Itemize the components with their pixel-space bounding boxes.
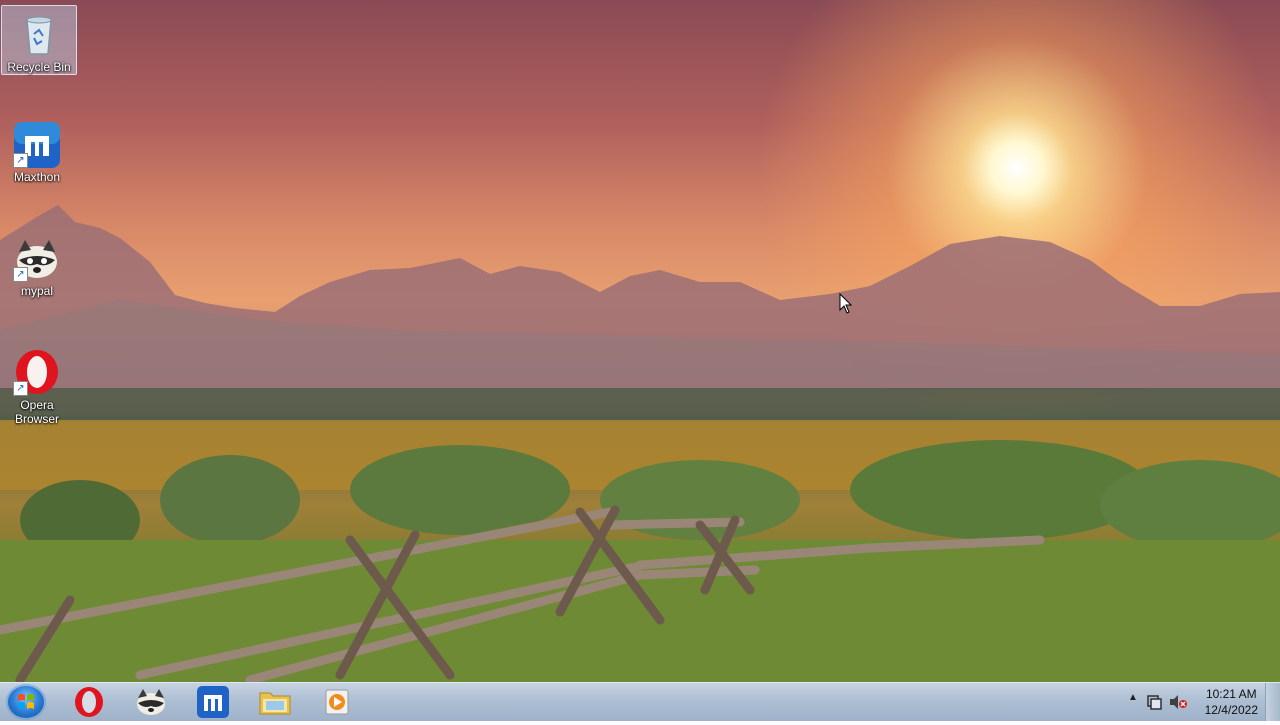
clock-time: 10:21 AM	[1205, 687, 1257, 701]
recycle-bin-icon	[15, 10, 63, 58]
mypal-icon	[137, 689, 165, 715]
volume-muted-icon[interactable]	[1168, 693, 1188, 711]
show-desktop-button[interactable]	[1265, 683, 1280, 721]
mouse-cursor-icon	[839, 293, 853, 314]
desktop-icon-mypal[interactable]: ↗ mypal	[0, 230, 74, 298]
desktop-icon-opera[interactable]: ↗ Opera Browser	[0, 344, 74, 426]
maxthon-icon	[197, 686, 229, 718]
desktop-icon-recycle-bin[interactable]: Recycle Bin	[1, 5, 77, 75]
start-button[interactable]	[6, 684, 46, 720]
action-center-flag-icon[interactable]	[1145, 693, 1163, 711]
mypal-icon: ↗	[13, 234, 61, 282]
maxthon-label: Maxthon	[13, 170, 61, 184]
shortcut-arrow-icon: ↗	[13, 267, 28, 282]
shortcut-arrow-icon: ↗	[13, 381, 28, 396]
windows-start-icon	[18, 694, 34, 709]
media-player-icon	[325, 689, 349, 715]
taskbar-media-player-button[interactable]	[309, 685, 365, 719]
wallpaper-scene	[0, 205, 1280, 682]
desktop-wallpaper: Recycle Bin ↗ Maxthon ↗ mypal ↗ Opera Br…	[0, 0, 1280, 682]
maxthon-icon: ↗	[13, 120, 61, 168]
taskbar: ▲ 10:21 AM 12/4/2022	[0, 682, 1280, 721]
taskbar-explorer-button[interactable]	[247, 685, 303, 719]
shortcut-arrow-icon: ↗	[13, 153, 28, 168]
opera-icon	[75, 687, 103, 717]
taskbar-clock[interactable]: 10:21 AM 12/4/2022	[1205, 686, 1258, 718]
taskbar-opera-button[interactable]	[61, 685, 117, 719]
taskbar-mypal-button[interactable]	[123, 685, 179, 719]
opera-icon: ↗	[13, 348, 61, 396]
clock-date: 12/4/2022	[1204, 703, 1258, 717]
recycle-bin-label: Recycle Bin	[7, 60, 71, 74]
show-hidden-icons-button[interactable]: ▲	[1128, 692, 1138, 703]
system-tray: ▲ 10:21 AM 12/4/2022	[1120, 683, 1280, 721]
mypal-label: mypal	[20, 284, 53, 298]
opera-label: Opera Browser	[14, 398, 59, 426]
folder-icon	[259, 692, 291, 715]
taskbar-maxthon-button[interactable]	[185, 685, 241, 719]
desktop-icon-maxthon[interactable]: ↗ Maxthon	[0, 116, 74, 184]
